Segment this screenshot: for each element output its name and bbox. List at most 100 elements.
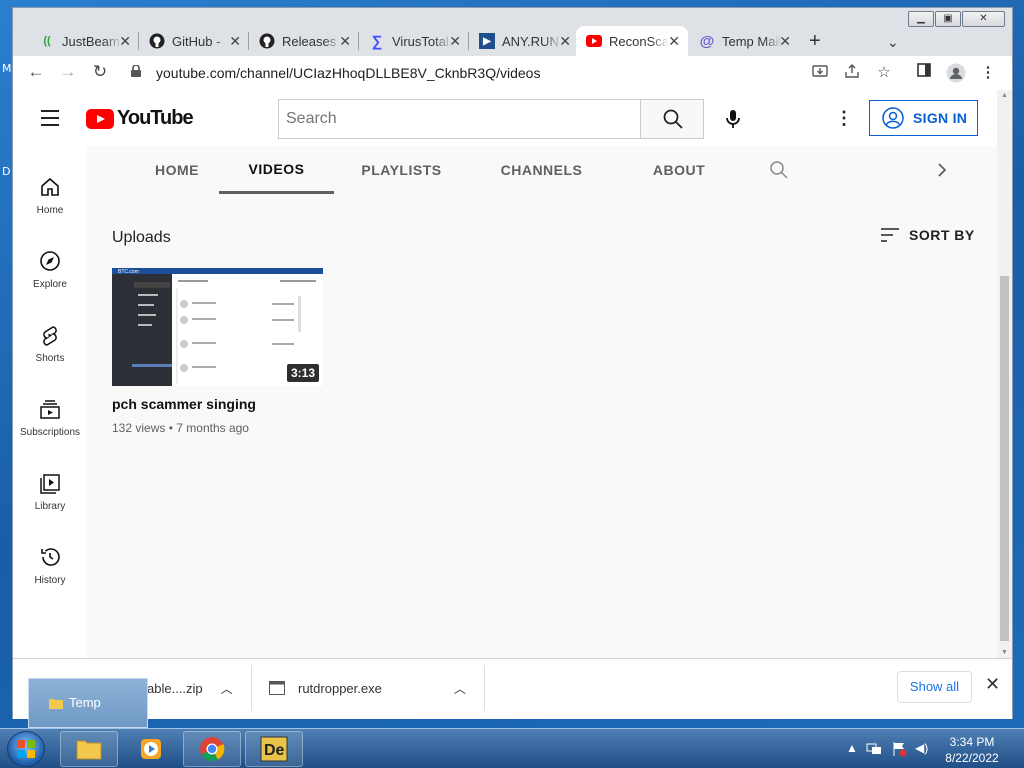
close-tab-icon[interactable]: ✕ [668,33,680,50]
close-shelf-icon[interactable]: ✕ [985,674,1000,695]
guide-item-subscriptions[interactable]: Subscriptions [13,398,87,438]
guide-item-explore[interactable]: Explore [13,250,87,290]
browser-tab[interactable]: Releases ✕ [249,26,359,56]
bookmark-star-icon[interactable]: ☆ [874,63,894,81]
browser-tab[interactable]: GitHub - ✕ [139,26,249,56]
download-item[interactable]: able....zip ︿ [147,673,233,703]
voice-search-mic-icon[interactable] [720,106,746,132]
guide-label: Explore [33,279,67,290]
tab-channels[interactable]: CHANNELS [489,146,594,194]
show-hidden-icons-icon[interactable]: ▲ [846,741,858,755]
taskbar-media-player[interactable] [122,731,180,767]
page-scrollbar[interactable]: ▲ ▼ [997,90,1012,658]
home-icon [41,177,59,196]
share-icon[interactable] [842,63,862,83]
browser-tab[interactable]: (( JustBeam ✕ [29,26,139,56]
taskbar-thumbnail-popup[interactable]: Temp [28,678,148,728]
browser-window: ▁ ▣ ✕ (( JustBeam ✕ GitHub - ✕ Releases … [12,7,1013,719]
channel-search-icon[interactable] [759,146,799,194]
tab-title: VirusTotal [392,33,449,49]
forward-arrow-icon[interactable]: → [56,62,80,82]
youtube-logo-text: YouTube [117,107,194,129]
download-item[interactable]: rutdropper.exe ︿ [269,673,466,703]
exe-file-icon [269,681,285,695]
browser-tab-active[interactable]: ReconScan ✕ [576,26,688,56]
tab-home[interactable]: HOME [127,146,227,194]
close-tab-icon[interactable]: ✕ [779,33,791,50]
close-tab-icon[interactable]: ✕ [119,33,131,50]
volume-icon[interactable]: ◀) [915,741,928,755]
video-card[interactable]: BTC.com 3:13 pch scammer singing 132 vie… [112,268,323,435]
taskbar-chrome[interactable] [183,731,241,767]
tab-search-chevron-icon[interactable]: ⌄ [887,34,899,51]
taskbar-explorer[interactable] [60,731,118,767]
address-bar[interactable]: youtube.com/channel/UCIazHhoqDLLBE8V_Ckn… [123,58,923,88]
reload-icon[interactable]: ↻ [88,62,112,82]
guide-item-home[interactable]: Home [13,176,87,216]
guide-item-library[interactable]: Library [13,472,87,512]
taskbar: De ▲ ◀) 3:34 PM 8/22/2022 [0,728,1024,768]
browser-menu-icon[interactable]: ⋮ [978,63,998,81]
action-center-flag-icon[interactable] [891,741,907,757]
tab-playlists[interactable]: PLAYLISTS [349,146,454,194]
sort-by-button[interactable]: SORT BY [879,227,975,243]
tab-about[interactable]: ABOUT [629,146,729,194]
new-tab-icon[interactable]: + [809,30,821,53]
tab-videos[interactable]: VIDEOS [219,146,334,194]
video-metadata: 132 views • 7 months ago [112,421,323,435]
chevron-up-icon[interactable]: ︿ [454,680,466,697]
search-input[interactable] [278,99,641,139]
divider [484,665,485,711]
github-icon [149,33,165,49]
compass-icon [40,251,60,271]
tab-title: Releases [282,33,337,49]
network-icon[interactable] [866,741,882,757]
profile-avatar-icon[interactable] [946,63,966,87]
taskbar-app-de[interactable]: De [245,731,303,767]
settings-kebab-icon[interactable]: ⋮ [835,108,853,129]
close-tab-icon[interactable]: ✕ [449,33,461,50]
justbeam-icon: (( [43,35,51,47]
guide-label: Home [36,205,64,216]
windows-logo-icon [17,740,35,758]
scroll-down-arrow-icon[interactable]: ▼ [1001,649,1008,656]
browser-toolbar: ← → ↻ youtube.com/channel/UCIazHhoqDLLBE… [13,56,1012,90]
hamburger-menu-icon[interactable] [41,110,59,131]
subscriptions-icon [40,400,60,419]
show-all-button[interactable]: Show all [897,671,972,703]
folder-icon [76,740,102,760]
url-text[interactable]: youtube.com/channel/UCIazHhoqDLLBE8V_Ckn… [156,65,540,81]
start-button[interactable] [7,731,45,767]
close-tab-icon[interactable]: ✕ [339,33,351,50]
install-app-icon[interactable] [810,63,830,83]
library-icon [40,474,60,494]
side-panel-icon[interactable] [914,63,934,81]
video-thumbnail[interactable]: BTC.com 3:13 [112,268,323,386]
lock-icon[interactable] [131,64,141,80]
clock-date: 8/22/2022 [945,751,999,765]
guide-item-history[interactable]: History [13,546,87,586]
youtube-logo[interactable]: YouTube [86,107,194,130]
guide-label: Shorts [35,353,65,364]
back-arrow-icon[interactable]: ← [24,62,48,82]
section-title: Uploads [112,229,171,246]
scrollbar-thumb[interactable] [1000,276,1009,641]
chevron-right-icon[interactable] [927,146,957,194]
close-tab-icon[interactable]: ✕ [229,33,241,50]
channel-tabs: HOME VIDEOS PLAYLISTS CHANNELS ABOUT [87,146,995,194]
guide-item-shorts[interactable]: Shorts [13,324,87,364]
sign-in-button[interactable]: SIGN IN [869,100,978,136]
video-age: 7 months ago [176,421,249,435]
system-clock[interactable]: 3:34 PM 8/22/2022 [935,734,1009,766]
search-button[interactable] [640,99,704,139]
scroll-up-arrow-icon[interactable]: ▲ [1001,92,1008,99]
chevron-up-icon[interactable]: ︿ [221,680,233,697]
browser-tab[interactable]: ∑ VirusTotal ✕ [359,26,469,56]
browser-tab[interactable]: ▶ ANY.RUN ✕ [469,26,579,56]
popup-label: Temp [69,695,101,710]
download-filename: able....zip [147,680,203,696]
close-tab-icon[interactable]: ✕ [559,33,571,50]
tempmail-icon: @ [699,32,715,50]
browser-tab[interactable]: @ Temp Mail ✕ [689,26,799,56]
video-title[interactable]: pch scammer singing [112,396,323,412]
